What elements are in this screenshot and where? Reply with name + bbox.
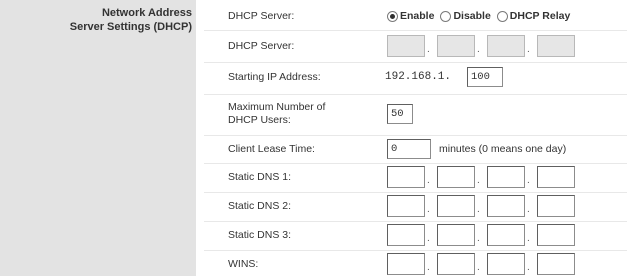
radio-enable[interactable]: Enable — [387, 10, 434, 22]
ip-separator-dot: . — [427, 262, 430, 273]
static-dns2-octet-2[interactable] — [437, 195, 475, 217]
wins-label: WINS: — [228, 258, 259, 270]
dhcp-server-ip-row: DHCP Server: . . . — [204, 33, 627, 59]
ip-separator-dot: . — [427, 44, 430, 55]
static-dns2-row: Static DNS 2: . . . — [204, 193, 627, 219]
static-dns3-octet-4[interactable] — [537, 224, 575, 246]
static-dns3-octet-2[interactable] — [437, 224, 475, 246]
wins-octet-4[interactable] — [537, 253, 575, 275]
ip-separator-dot: . — [477, 233, 480, 244]
dhcp-server-mode-label: DHCP Server: — [228, 10, 295, 22]
ip-separator-dot: . — [527, 233, 530, 244]
static-dns1-label: Static DNS 1: — [228, 171, 292, 183]
radio-disable[interactable]: Disable — [440, 10, 491, 22]
dhcp-server-mode-row: DHCP Server: Enable Disable DHCP Relay — [204, 6, 627, 26]
ip-separator-dot: . — [427, 175, 430, 186]
lease-time-hint: minutes (0 means one day) — [439, 143, 567, 155]
ip-separator-dot: . — [427, 233, 430, 244]
ip-separator-dot: . — [527, 262, 530, 273]
static-dns2-octet-1[interactable] — [387, 195, 425, 217]
ip-separator-dot: . — [477, 44, 480, 55]
ip-separator-dot: . — [527, 175, 530, 186]
ip-separator-dot: . — [527, 204, 530, 215]
radio-dhcp-relay[interactable]: DHCP Relay — [496, 10, 571, 22]
ip-separator-dot: . — [477, 262, 480, 273]
radio-dhcp-relay-label: DHCP Relay — [509, 10, 571, 22]
wins-row: WINS: . . . — [204, 251, 627, 276]
max-users-row: Maximum Number of DHCP Users: 50 — [204, 96, 627, 132]
static-dns1-octet-2[interactable] — [437, 166, 475, 188]
starting-ip-row: Starting IP Address: 192.168.1. 100 — [204, 64, 627, 90]
row-divider — [204, 30, 627, 31]
ip-separator-dot: . — [477, 204, 480, 215]
radio-enable-label: Enable — [400, 10, 435, 22]
section-label-column: Network Address Server Settings (DHCP) — [0, 0, 196, 276]
dhcp-settings-panel: Network Address Server Settings (DHCP) D… — [0, 0, 627, 276]
max-users-label-line1: Maximum Number of — [228, 101, 326, 113]
section-title-line2: Server Settings (DHCP) — [69, 21, 192, 33]
wins-octet-3[interactable] — [487, 253, 525, 275]
starting-ip-label: Starting IP Address: — [228, 71, 321, 83]
section-title: Network Address Server Settings (DHCP) — [70, 6, 192, 34]
radio-disable-label: Disable — [453, 10, 491, 22]
static-dns2-octet-4[interactable] — [537, 195, 575, 217]
dhcp-server-ip-octet-1[interactable] — [387, 35, 425, 57]
ip-separator-dot: . — [527, 44, 530, 55]
ip-separator-dot: . — [477, 175, 480, 186]
row-divider — [204, 94, 627, 95]
section-title-line1: Network Address — [101, 7, 192, 19]
row-divider — [204, 62, 627, 63]
dhcp-server-ip-octet-3[interactable] — [487, 35, 525, 57]
dhcp-server-ip-octet-4[interactable] — [537, 35, 575, 57]
radio-enable-circle[interactable] — [387, 10, 398, 22]
ip-separator-dot: . — [427, 204, 430, 215]
dhcp-server-ip-octet-2[interactable] — [437, 35, 475, 57]
lease-time-input[interactable]: 0 — [387, 139, 431, 159]
static-dns1-octet-1[interactable] — [387, 166, 425, 188]
static-dns1-octet-3[interactable] — [487, 166, 525, 188]
static-dns3-octet-1[interactable] — [387, 224, 425, 246]
max-users-label-line2: DHCP Users: — [228, 114, 291, 126]
starting-ip-prefix: 192.168.1. — [385, 71, 452, 83]
dhcp-server-mode-radio-group: Enable Disable DHCP Relay — [387, 6, 570, 26]
static-dns3-octet-3[interactable] — [487, 224, 525, 246]
static-dns2-label: Static DNS 2: — [228, 200, 292, 212]
static-dns1-octet-4[interactable] — [537, 166, 575, 188]
max-users-label: Maximum Number of DHCP Users: — [228, 101, 325, 127]
static-dns2-octet-3[interactable] — [487, 195, 525, 217]
static-dns1-row: Static DNS 1: . . . — [204, 164, 627, 190]
lease-time-label: Client Lease Time: — [228, 143, 315, 155]
row-divider — [204, 135, 627, 136]
static-dns3-row: Static DNS 3: . . . — [204, 222, 627, 248]
radio-dhcp-relay-circle[interactable] — [496, 10, 508, 22]
dhcp-server-ip-label: DHCP Server: — [228, 40, 295, 52]
wins-octet-2[interactable] — [437, 253, 475, 275]
radio-disable-circle[interactable] — [440, 10, 452, 22]
max-users-input[interactable]: 50 — [387, 104, 413, 124]
static-dns3-label: Static DNS 3: — [228, 229, 292, 241]
wins-octet-1[interactable] — [387, 253, 425, 275]
starting-ip-last-octet-input[interactable]: 100 — [467, 67, 503, 87]
lease-time-row: Client Lease Time: 0 minutes (0 means on… — [204, 137, 627, 161]
